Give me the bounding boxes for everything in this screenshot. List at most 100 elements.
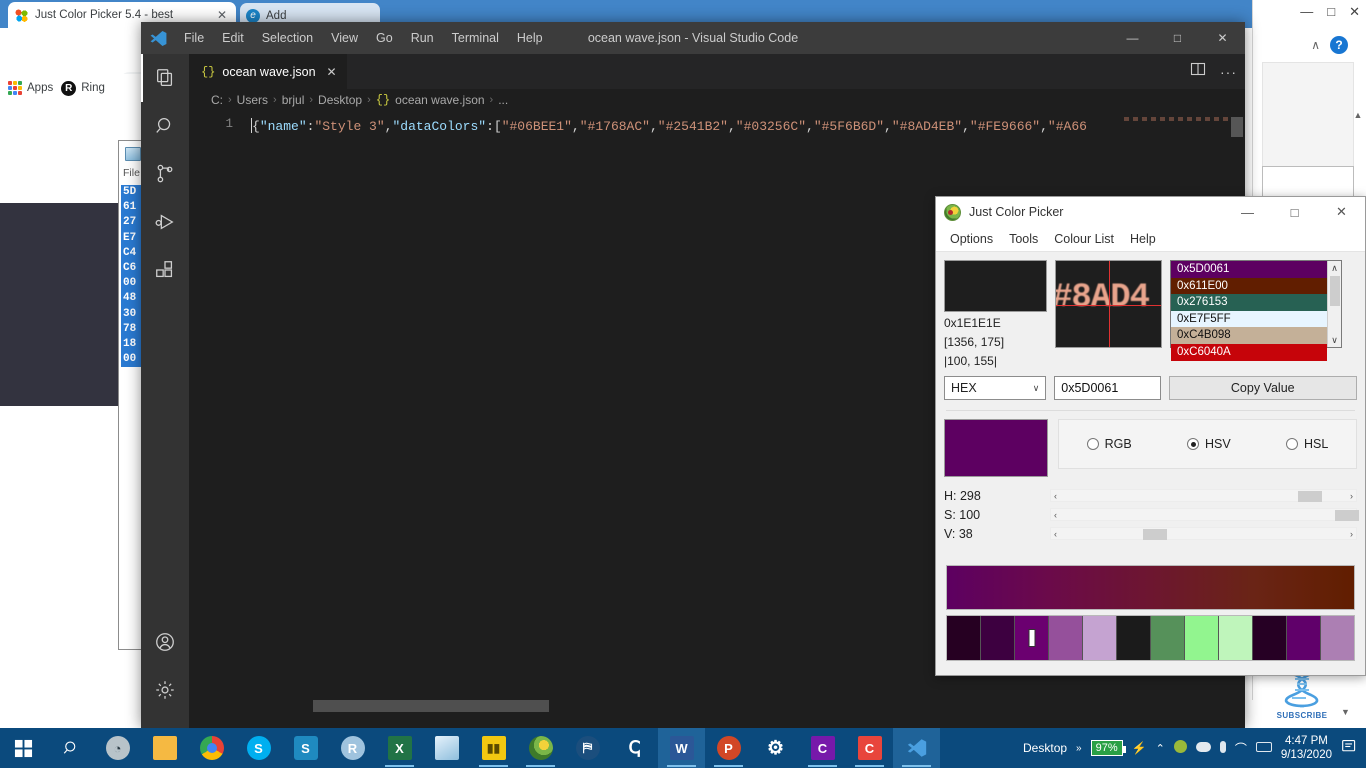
taskbar-item-word[interactable]: W	[658, 728, 705, 768]
close-button[interactable]: ✕	[1349, 4, 1360, 20]
taskbar-search-button[interactable]	[47, 728, 94, 768]
editor-vertical-scrollbar[interactable]	[1231, 117, 1243, 137]
scroll-down-icon[interactable]: ∨	[1331, 333, 1338, 347]
bookmark-apps[interactable]: Apps	[8, 81, 53, 95]
sidebar-item-account[interactable]	[141, 618, 189, 666]
taskbar-item-sigma[interactable]: ↅ	[611, 728, 658, 768]
menu-options[interactable]: Options	[942, 229, 1001, 249]
palette-swatch[interactable]	[1117, 616, 1151, 660]
palette-swatch-selected[interactable]	[1015, 616, 1049, 660]
minimize-button[interactable]: —	[1224, 197, 1271, 227]
split-editor-icon[interactable]	[1190, 61, 1206, 82]
cloud-icon[interactable]	[1195, 741, 1211, 755]
menu-selection[interactable]: Selection	[253, 27, 322, 49]
minimap[interactable]	[1124, 117, 1229, 121]
palette-swatch[interactable]	[1321, 616, 1354, 660]
copy-value-button[interactable]: Copy Value	[1168, 376, 1357, 400]
palette-swatch[interactable]	[1151, 616, 1185, 660]
colour-list[interactable]: 0x5D0061 0x611E00 0x276153 0xE7F5FF 0xC4…	[1170, 260, 1342, 361]
slider-saturation-thumb[interactable]	[1334, 510, 1359, 521]
breadcrumb-item-drive[interactable]: C:	[211, 93, 223, 107]
menu-tools[interactable]: Tools	[1001, 229, 1046, 249]
menu-run[interactable]: Run	[402, 27, 443, 49]
breadcrumb-item-desktop[interactable]: Desktop	[318, 93, 362, 107]
word-input-field[interactable]	[1262, 166, 1354, 198]
slider-right-arrow-icon[interactable]: ›	[1350, 529, 1353, 539]
taskbar-item-vscode[interactable]	[893, 728, 940, 768]
breadcrumb-item-users[interactable]: Users	[237, 93, 268, 107]
microphone-icon[interactable]	[1219, 740, 1226, 756]
scroll-down-arrow-icon[interactable]: ▼	[1341, 707, 1350, 717]
taskbar-item-cortana[interactable]: ◔	[94, 728, 141, 768]
slider-saturation[interactable]: ‹ ›	[1050, 508, 1359, 521]
radio-rgb[interactable]: RGB	[1086, 437, 1132, 451]
sidebar-item-source-control[interactable]	[141, 150, 189, 198]
sidebar-item-run-debug[interactable]	[141, 198, 189, 246]
menu-help[interactable]: Help	[508, 27, 552, 49]
minimize-button[interactable]: —	[1300, 4, 1313, 20]
menu-view[interactable]: View	[322, 27, 367, 49]
taskbar-item-onenote[interactable]: C	[799, 728, 846, 768]
help-icon[interactable]: ?	[1330, 36, 1348, 54]
scroll-up-icon[interactable]: ∧	[1331, 261, 1338, 275]
taskbar-item-chrome[interactable]	[188, 728, 235, 768]
code-line-1[interactable]: {"name":"Style 3","dataColors":["#06BEE1…	[189, 117, 1245, 137]
hex-value-input[interactable]: 0x5D0061	[1054, 376, 1161, 400]
slider-left-arrow-icon[interactable]: ‹	[1054, 510, 1057, 520]
palette-swatch[interactable]	[1049, 616, 1083, 660]
sidebar-item-explorer[interactable]	[141, 54, 189, 102]
radio-hsl[interactable]: HSL	[1286, 437, 1328, 451]
chevron-up-icon[interactable]: ∧	[1311, 38, 1320, 52]
palette-swatch[interactable]	[981, 616, 1015, 660]
power-plug-icon[interactable]: ⚡	[1132, 741, 1147, 755]
slider-hue[interactable]: ‹ ›	[1050, 489, 1357, 502]
taskbar-item-settings[interactable]: ⚙	[752, 728, 799, 768]
taskbar-item-snagit[interactable]: S	[282, 728, 329, 768]
radio-hsv[interactable]: HSV	[1187, 437, 1231, 451]
taskbar-item-rstudio[interactable]: R	[329, 728, 376, 768]
maximize-button[interactable]: □	[1155, 22, 1200, 54]
palette-swatch[interactable]	[1219, 616, 1253, 660]
format-select[interactable]: HEX ∨	[944, 376, 1047, 400]
maximize-button[interactable]: □	[1271, 197, 1318, 227]
menu-edit[interactable]: Edit	[213, 27, 253, 49]
taskbar-item-just-color-picker[interactable]	[517, 728, 564, 768]
slider-left-arrow-icon[interactable]: ‹	[1054, 491, 1057, 501]
colour-list-item[interactable]: 0xC4B098	[1171, 327, 1327, 344]
taskbar-item-excel[interactable]: X	[376, 728, 423, 768]
code-editor[interactable]: 1 {"name":"Style 3","dataColors":["#06BE…	[189, 111, 1245, 137]
taskbar-item-power-bi[interactable]: ▮▮	[470, 728, 517, 768]
wifi-icon[interactable]: ⌒	[1235, 740, 1247, 757]
close-icon[interactable]: ✕	[214, 8, 230, 22]
palette-swatch[interactable]	[1253, 616, 1287, 660]
bookmark-ring[interactable]: R Ring	[61, 80, 105, 96]
colour-list-scrollbar[interactable]: ∧ ∨	[1327, 261, 1341, 347]
keyboard-icon[interactable]	[1255, 741, 1272, 755]
color-palette-strip[interactable]	[946, 615, 1355, 661]
close-button[interactable]: ✕	[1318, 197, 1365, 227]
notifications-icon[interactable]	[1341, 738, 1358, 758]
sidebar-item-extensions[interactable]	[141, 246, 189, 294]
color-gradient-bar[interactable]	[946, 565, 1355, 610]
colour-list-item[interactable]: 0x5D0061	[1171, 261, 1327, 278]
taskbar-item-file-explorer[interactable]	[141, 728, 188, 768]
menu-file[interactable]: File	[175, 27, 213, 49]
slider-value[interactable]: ‹ ›	[1050, 527, 1357, 540]
scrollbar-thumb[interactable]	[1330, 276, 1340, 306]
slider-value-thumb[interactable]	[1142, 529, 1167, 540]
desktop-peek-label[interactable]: Desktop	[1023, 741, 1067, 755]
colour-list-item[interactable]: 0xC6040A	[1171, 343, 1327, 361]
palette-swatch[interactable]	[1083, 616, 1117, 660]
taskbar-item-powerpoint[interactable]: P	[705, 728, 752, 768]
start-button[interactable]	[0, 728, 47, 768]
close-button[interactable]: ✕	[1200, 22, 1245, 54]
show-hidden-icons-chevron[interactable]: ⌃	[1156, 742, 1165, 755]
menu-terminal[interactable]: Terminal	[443, 27, 508, 49]
overflow-chevron-icon[interactable]: »	[1076, 743, 1082, 754]
taskbar-item-notepad[interactable]	[423, 728, 470, 768]
editor-horizontal-scrollbar[interactable]	[313, 700, 549, 712]
colour-list-item[interactable]: 0x276153	[1171, 294, 1327, 311]
more-actions-icon[interactable]: ···	[1220, 64, 1237, 80]
colour-list-item[interactable]: 0x611E00	[1171, 277, 1327, 295]
breadcrumb-item-symbols[interactable]: ...	[498, 93, 508, 107]
